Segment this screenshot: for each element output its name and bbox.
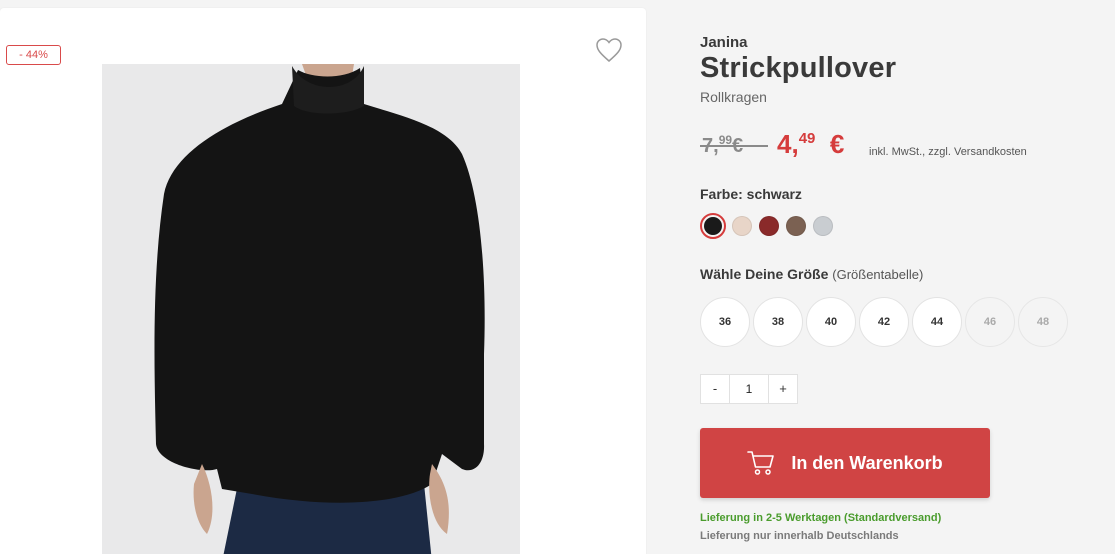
color-label: Farbe: schwarz: [700, 186, 802, 202]
cart-icon: [747, 451, 775, 475]
quantity-minus-button[interactable]: -: [701, 375, 729, 403]
swatch-bordeaux[interactable]: [759, 216, 779, 236]
product-subtitle: Rollkragen: [700, 89, 767, 105]
add-to-cart-label: In den Warenkorb: [791, 452, 943, 473]
swatch-beige[interactable]: [732, 216, 752, 236]
wishlist-heart-icon[interactable]: [595, 37, 623, 63]
size-label: Wähle Deine Größe (Größentabelle): [700, 266, 924, 282]
quantity-input[interactable]: 1: [729, 375, 769, 403]
size-option-40[interactable]: 40: [806, 297, 856, 347]
size-option-36[interactable]: 36: [700, 297, 750, 347]
size-option-42[interactable]: 42: [859, 297, 909, 347]
product-brand[interactable]: Janina: [700, 34, 748, 51]
delivery-region: Lieferung nur innerhalb Deutschlands: [700, 530, 899, 542]
discount-badge: - 44%: [6, 45, 61, 65]
size-options: 36 38 40 42 44 46 48: [700, 297, 1071, 347]
product-image-card: - 44%: [0, 8, 646, 554]
color-swatches: [700, 213, 840, 239]
size-option-44[interactable]: 44: [912, 297, 962, 347]
product-photo[interactable]: [102, 64, 520, 554]
swatch-schwarz[interactable]: [700, 213, 726, 239]
size-option-46: 46: [965, 297, 1015, 347]
tax-note[interactable]: inkl. MwSt., zzgl. Versandkosten: [869, 146, 1027, 158]
swatch-braun[interactable]: [786, 216, 806, 236]
size-chart-link[interactable]: (Größentabelle): [832, 267, 923, 282]
size-option-48: 48: [1018, 297, 1068, 347]
delivery-time: Lieferung in 2-5 Werktagen (Standardvers…: [700, 512, 942, 524]
size-option-38[interactable]: 38: [753, 297, 803, 347]
product-title: Strickpullover: [700, 52, 897, 84]
quantity-plus-button[interactable]: +: [769, 375, 797, 403]
old-price: 7,99€: [700, 133, 768, 158]
current-price: 4,49 €: [777, 129, 845, 159]
add-to-cart-button[interactable]: In den Warenkorb: [700, 428, 990, 498]
quantity-stepper: - 1 +: [700, 374, 798, 404]
swatch-grau[interactable]: [813, 216, 833, 236]
